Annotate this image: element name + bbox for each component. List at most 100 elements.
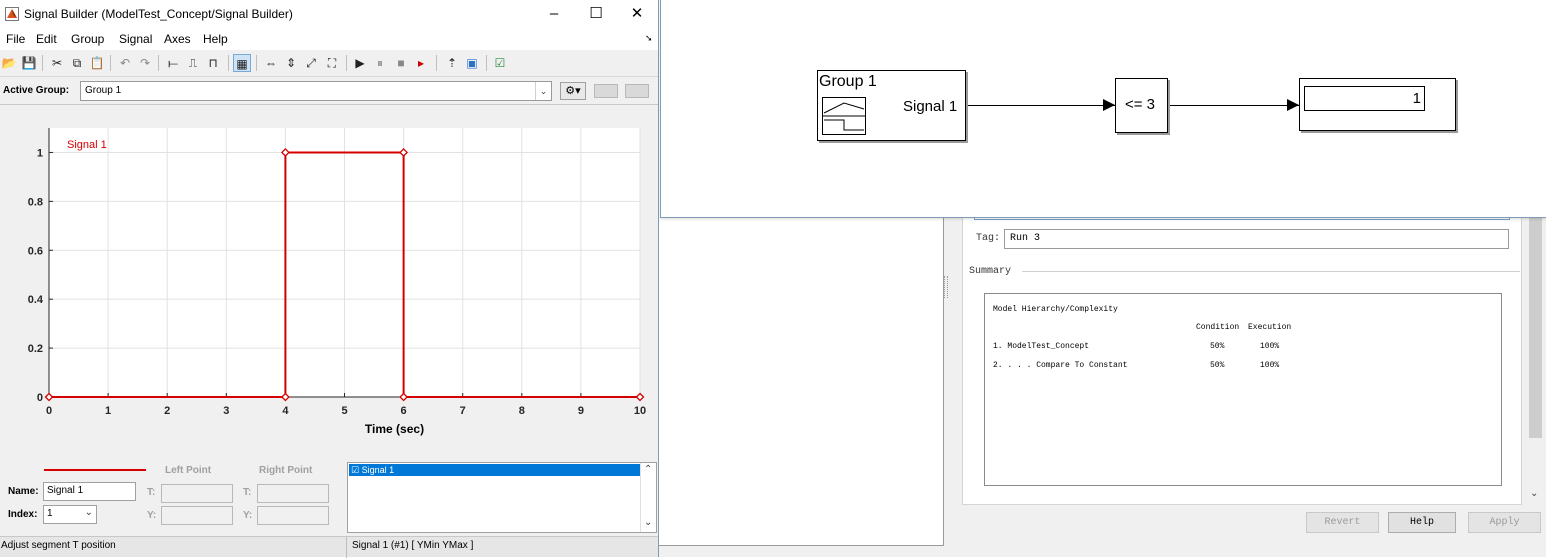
pulse-icon[interactable]: ⊓ [204,54,222,72]
display-block[interactable]: 1 [1299,78,1456,131]
maximize-button[interactable]: ☐ [574,2,618,26]
signal-line[interactable] [1170,105,1285,106]
matlab-logo-icon [5,7,19,21]
chevron-down-icon[interactable]: ⌄ [535,82,551,100]
y-tick-label: 1 [37,147,43,159]
signal-builder-block[interactable]: Group 1 Signal 1 [817,70,966,141]
move-group-left-icon[interactable] [594,84,618,98]
status-divider [346,537,347,558]
minimize-button[interactable]: – [532,2,576,26]
report-row-execution: 100% [1260,361,1280,370]
show-path-icon[interactable]: ⇡ [443,54,461,72]
start-simulation-icon[interactable]: ▶ [351,54,369,72]
revert-button[interactable]: Revert [1306,512,1379,533]
right-point-label: Right Point [259,465,313,476]
cut-icon[interactable]: ✂ [48,54,66,72]
left-t-input[interactable] [161,484,233,503]
help-button[interactable]: Help [1388,512,1456,533]
signal-properties-panel: Left Point Right Point Name: Signal 1 T:… [0,460,658,536]
verify-icon[interactable]: ☑ [491,54,509,72]
x-tick-label: 7 [460,405,466,417]
x-tick-label: 0 [46,405,52,417]
right-t-input[interactable] [257,484,329,503]
summary-section-label: Summary [969,266,1012,277]
left-y-input[interactable] [161,506,233,525]
settings-gear-icon[interactable]: ⚙▾ [560,82,586,100]
group-block-title: Group 1 [819,73,877,90]
redo-icon[interactable]: ↷ [136,54,154,72]
left-t-label: T: [147,487,156,498]
y-tick-label: 0.6 [28,245,43,257]
left-y-label: Y: [147,510,157,521]
x-tick-label: 6 [401,405,407,417]
toolbar-separator [42,55,43,71]
report-title: Model Hierarchy/Complexity [993,305,1118,314]
zoom-x-icon[interactable]: ⇔ [262,54,280,72]
pause-icon[interactable]: ⏸ [371,54,389,72]
coverage-inspector-window: Tag: Run 3 Summary Model Hierarchy/Compl… [658,200,1546,557]
active-group-select[interactable]: Group 1 ⌄ [80,81,552,101]
signal-list[interactable]: ☑ Signal 1 ⌃ ⌄ [347,462,657,533]
undo-icon[interactable]: ↶ [116,54,134,72]
x-tick-label: 9 [578,405,584,417]
toolbar-separator [228,55,229,71]
window-title: Signal Builder (ModelTest_Concept/Signal… [24,7,293,21]
chevron-down-icon[interactable]: ⌄ [644,517,652,528]
y-tick-label: 0.2 [28,343,43,355]
close-button[interactable]: ✕ [615,2,659,26]
index-select[interactable]: 1 ⌄ [43,505,97,524]
active-group-value: Group 1 [85,85,122,96]
grid-toggle-icon[interactable]: ▦ [233,54,251,72]
zoom-xy-icon[interactable]: ⤢ [302,54,320,72]
zoom-y-icon[interactable]: ⇕ [282,54,300,72]
menu-signal[interactable]: Signal [119,32,152,46]
title-bar[interactable]: Signal Builder (ModelTest_Concept/Signal… [0,0,658,28]
save-icon[interactable]: 💾 [20,54,38,72]
menu-group[interactable]: Group [71,32,104,46]
menu-file[interactable]: File [6,32,25,46]
pane-splitter-grip[interactable] [944,276,948,298]
fit-view-icon[interactable]: ⛶ [323,54,341,72]
signal-list-item[interactable]: ☑ Signal 1 [349,464,641,476]
display-value: 1 [1412,90,1421,107]
menu-axes[interactable]: Axes [164,32,191,46]
chevron-up-icon[interactable]: ⌃ [644,464,652,475]
index-value: 1 [47,508,53,519]
simulink-model-canvas[interactable]: Group 1 Signal 1 <= 3 1 [660,0,1546,218]
open-icon[interactable]: 📂 [0,54,18,72]
series-label: Signal 1 [67,139,107,151]
right-y-input[interactable] [257,506,329,525]
group-block-port-label: Signal 1 [903,98,958,115]
chevron-down-icon[interactable]: ⌄ [85,507,93,518]
signal-list-scrollbar[interactable]: ⌃ ⌄ [640,463,656,532]
signal-plot-area[interactable]: 0 1 2 3 4 5 6 7 8 9 10 0 0.2 0.4 0.6 0.8 1 Time (sec) Sign… [0,106,658,460]
arrowhead-icon [1287,99,1299,111]
stop-icon[interactable]: ■ [392,54,410,72]
undock-icon[interactable]: ➘ [645,33,653,44]
toolbar-separator [436,55,437,71]
run-all-icon[interactable]: ▸ [412,54,430,72]
copy-icon[interactable]: ⧉ [68,54,86,72]
paste-icon[interactable]: 📋 [88,54,106,72]
display-readout: 1 [1304,86,1425,111]
move-group-right-icon[interactable] [625,84,649,98]
toolbar-separator [110,55,111,71]
tag-input[interactable]: Run 3 [1004,229,1509,249]
menu-bar: File Edit Group Signal Axes Help ➘ [0,28,658,50]
menu-help[interactable]: Help [203,32,228,46]
signal-chart[interactable]: 0 1 2 3 4 5 6 7 8 9 10 0 0.2 0.4 0.6 0.8 1 Time (sec) Sign… [0,106,658,460]
report-row-name: 1. ModelTest_Concept [993,342,1090,351]
scrollbar-thumb[interactable] [1529,218,1542,438]
compare-to-constant-block[interactable]: <= 3 [1115,78,1168,133]
compare-block-label: <= 3 [1125,96,1156,113]
step-icon[interactable]: ⎍ [184,54,202,72]
right-y-label: Y: [243,510,253,521]
status-signal-info: Signal 1 (#1) [ YMin YMax ] [352,540,474,551]
signal-name-input[interactable]: Signal 1 [43,482,136,501]
apply-button[interactable]: Apply [1468,512,1541,533]
inspector-scrollbar[interactable]: ⌄ [1527,200,1544,505]
constant-icon[interactable]: ⟝ [164,54,182,72]
requirements-icon[interactable]: ▣ [463,54,481,72]
menu-edit[interactable]: Edit [36,32,57,46]
scroll-down-icon[interactable]: ⌄ [1530,488,1538,499]
